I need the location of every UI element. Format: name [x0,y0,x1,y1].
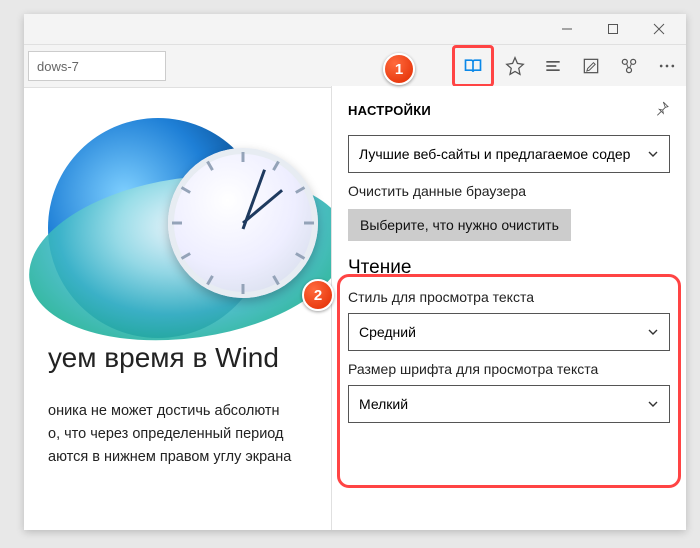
edge-window: dows-7 уем время в Wind оника не мо [24,14,686,530]
font-size-label: Размер шрифта для просмотра текста [348,361,670,377]
hub-icon[interactable] [534,45,572,87]
toolbar: dows-7 [24,45,686,88]
reading-style-label: Стиль для просмотра текста [348,289,670,305]
font-size-value: Мелкий [359,396,408,412]
reading-section-header: Чтение [348,257,670,279]
annotation-marker-1: 1 [383,53,415,85]
topics-select[interactable]: Лучшие веб-сайты и предлагаемое содер [348,135,670,173]
hero-image [48,118,331,318]
window-minimize-button[interactable] [544,14,590,44]
chevron-down-icon [647,148,659,160]
clear-data-button[interactable]: Выберите, что нужно очистить [348,209,571,241]
article-paragraph: оника не может достичь абсолютн о, что ч… [48,400,319,470]
window-maximize-button[interactable] [590,14,636,44]
share-icon[interactable] [610,45,648,87]
reading-style-select[interactable]: Средний [348,313,670,351]
chevron-down-icon [647,398,659,410]
font-size-select[interactable]: Мелкий [348,385,670,423]
panel-title: НАСТРОЙКИ [348,103,431,118]
screenshot-stage: dows-7 уем время в Wind оника не мо [0,0,700,548]
annotation-marker-2: 2 [302,279,334,311]
favorite-star-icon[interactable] [496,45,534,87]
settings-panel: НАСТРОЙКИ Лучшие веб-сайты и предлагаемо… [331,86,686,530]
window-titlebar [24,14,686,45]
webnote-icon[interactable] [572,45,610,87]
address-text: dows-7 [37,59,79,74]
reading-view-icon[interactable] [452,45,494,87]
clear-data-label: Очистить данные браузера [348,183,670,199]
chevron-down-icon [647,326,659,338]
article-heading: уем время в Wind [48,342,319,374]
reading-style-value: Средний [359,324,416,340]
page-content: уем время в Wind оника не может достичь … [24,86,331,530]
more-icon[interactable] [648,45,686,87]
pin-icon[interactable] [654,100,670,121]
address-bar[interactable]: dows-7 [28,51,166,81]
topics-select-value: Лучшие веб-сайты и предлагаемое содер [359,146,630,162]
window-close-button[interactable] [636,14,682,44]
